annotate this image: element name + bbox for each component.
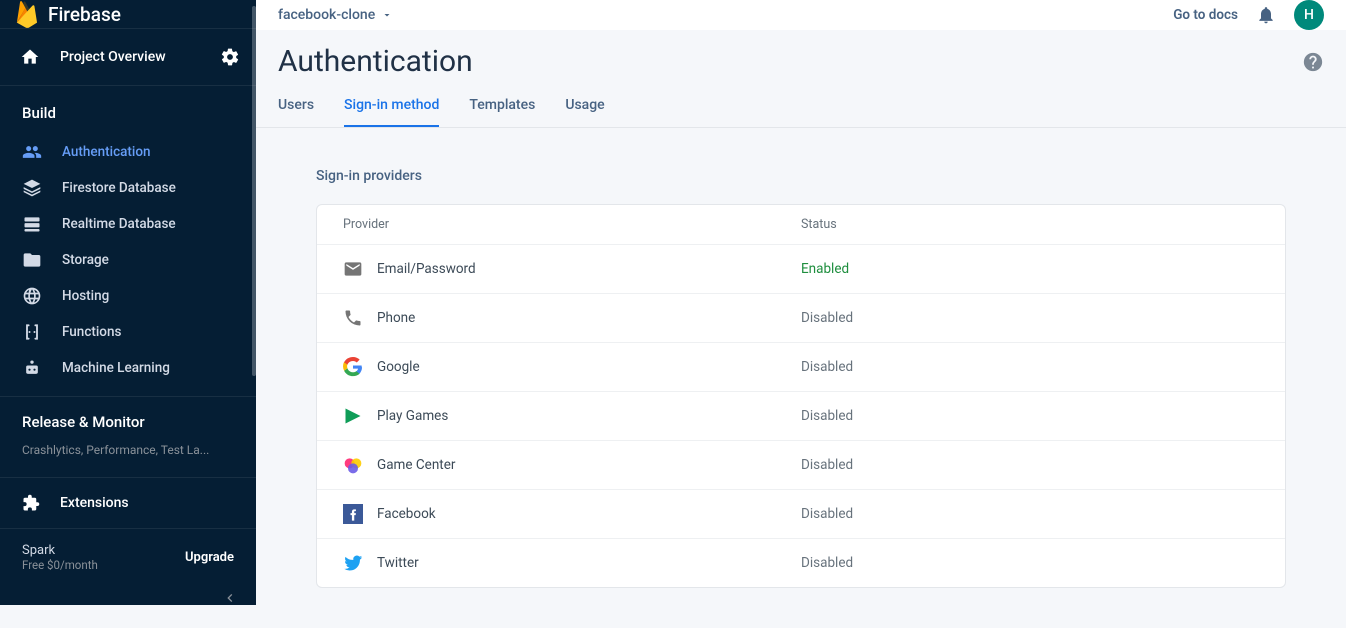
plan-sub: Free $0/month (22, 558, 98, 572)
sidebar-item-realtime-database[interactable]: Realtime Database (0, 206, 256, 242)
layers-icon (22, 178, 42, 198)
sidebar-item-hosting[interactable]: Hosting (0, 278, 256, 314)
notifications-bell-icon[interactable] (1256, 5, 1276, 25)
provider-row-game-center[interactable]: Game Center Disabled (317, 440, 1285, 489)
sidebar-item-label: Machine Learning (62, 360, 170, 376)
user-avatar[interactable]: H (1294, 0, 1324, 30)
sidebar-item-authentication[interactable]: Authentication (0, 134, 256, 170)
provider-name: Google (377, 359, 420, 375)
firebase-logo-icon (16, 0, 38, 28)
sidebar-item-storage[interactable]: Storage (0, 242, 256, 278)
main-content: facebook-clone Go to docs H Authenticati… (256, 0, 1346, 605)
globe-icon (22, 286, 42, 306)
tab-sign-in-method[interactable]: Sign-in method (344, 97, 439, 127)
help-icon[interactable] (1302, 51, 1324, 73)
extensions-icon (22, 494, 40, 512)
project-selector[interactable]: facebook-clone (278, 7, 393, 23)
provider-row-facebook[interactable]: Facebook Disabled (317, 489, 1285, 538)
sidebar-release-subtext: Crashlytics, Performance, Test La... (0, 443, 256, 467)
sidebar-section-build: Build Authentication Firestore Database Re… (0, 86, 256, 397)
page-heading-row: Authentication (256, 30, 1346, 79)
sidebar-header-release: Release & Monitor (0, 413, 256, 443)
provider-status: Disabled (801, 555, 1259, 571)
providers-table: Provider Status Email/Password Enabled P… (316, 204, 1286, 588)
provider-row-google[interactable]: Google Disabled (317, 342, 1285, 391)
database-icon (22, 214, 42, 234)
provider-row-email-password[interactable]: Email/Password Enabled (317, 244, 1285, 293)
provider-name: Email/Password (377, 261, 476, 277)
home-icon (20, 47, 40, 67)
content-area: Sign-in providers Provider Status Email/… (256, 128, 1346, 628)
provider-status: Disabled (801, 310, 1259, 326)
sidebar-item-label: Functions (62, 324, 121, 340)
page-title: Authentication (278, 44, 473, 79)
sidebar-item-machine-learning[interactable]: Machine Learning (0, 350, 256, 386)
sidebar-extensions-label: Extensions (60, 495, 129, 511)
project-overview-row[interactable]: Project Overview (0, 28, 256, 86)
facebook-provider-icon (343, 504, 363, 524)
sidebar-header-build[interactable]: Build (0, 86, 256, 134)
provider-status: Disabled (801, 408, 1259, 424)
sidebar-item-extensions[interactable]: Extensions (0, 478, 256, 529)
tab-users[interactable]: Users (278, 97, 314, 127)
play-provider-icon (343, 406, 363, 426)
plan-row: Spark Free $0/month Upgrade (0, 529, 256, 586)
tab-templates[interactable]: Templates (469, 97, 535, 127)
functions-icon (22, 322, 42, 342)
tab-usage[interactable]: Usage (565, 97, 604, 127)
col-provider: Provider (343, 217, 801, 232)
provider-row-play-games[interactable]: Play Games Disabled (317, 391, 1285, 440)
dropdown-caret-icon (381, 9, 393, 21)
go-to-docs-link[interactable]: Go to docs (1173, 7, 1238, 23)
provider-row-twitter[interactable]: Twitter Disabled (317, 538, 1285, 587)
sidebar-scrollbar[interactable] (252, 6, 256, 376)
phone-provider-icon (343, 308, 363, 328)
gamecenter-provider-icon (343, 455, 363, 475)
provider-status: Disabled (801, 506, 1259, 522)
people-icon (22, 142, 42, 162)
sidebar-item-label: Storage (62, 252, 109, 268)
sidebar-item-label: Firestore Database (62, 180, 176, 196)
upgrade-button[interactable]: Upgrade (185, 550, 234, 565)
provider-name: Twitter (377, 555, 419, 571)
brand-row[interactable]: Firebase (0, 0, 256, 28)
table-header: Provider Status (317, 205, 1285, 244)
provider-name: Game Center (377, 457, 455, 473)
tabs: Users Sign-in method Templates Usage (256, 79, 1346, 128)
project-overview-label: Project Overview (60, 49, 166, 65)
folder-icon (22, 250, 42, 270)
provider-status: Disabled (801, 457, 1259, 473)
provider-name: Facebook (377, 506, 436, 522)
provider-status: Disabled (801, 359, 1259, 375)
provider-name: Play Games (377, 408, 448, 424)
sidebar-item-label: Realtime Database (62, 216, 176, 232)
project-name: facebook-clone (278, 7, 375, 23)
collapse-sidebar-icon[interactable] (222, 590, 238, 606)
plan-name: Spark (22, 543, 98, 558)
avatar-initial: H (1304, 7, 1314, 23)
sidebar: Firebase Project Overview Build Authenti… (0, 0, 256, 605)
settings-gear-icon[interactable] (212, 39, 248, 75)
google-provider-icon (343, 357, 363, 377)
sidebar-item-label: Hosting (62, 288, 109, 304)
brand-name: Firebase (48, 3, 121, 26)
provider-status: Enabled (801, 261, 1259, 277)
email-provider-icon (343, 259, 363, 279)
robot-icon (22, 358, 42, 378)
provider-name: Phone (377, 310, 415, 326)
sidebar-item-label: Authentication (62, 144, 151, 160)
sidebar-item-functions[interactable]: Functions (0, 314, 256, 350)
section-label: Sign-in providers (316, 168, 1286, 184)
top-header: facebook-clone Go to docs H (256, 0, 1346, 30)
sidebar-item-firestore-database[interactable]: Firestore Database (0, 170, 256, 206)
sidebar-section-release[interactable]: Release & Monitor Crashlytics, Performan… (0, 397, 256, 478)
col-status: Status (801, 217, 1259, 232)
provider-row-phone[interactable]: Phone Disabled (317, 293, 1285, 342)
twitter-provider-icon (343, 553, 363, 573)
